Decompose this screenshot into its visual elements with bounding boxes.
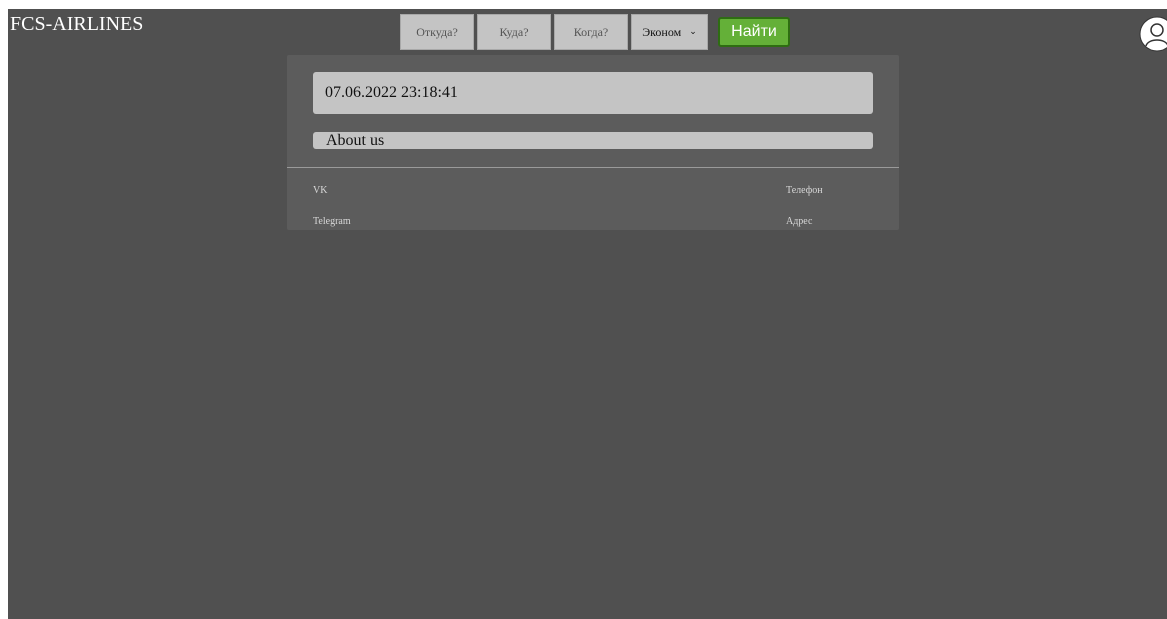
page-background: FCS-AIRLINES Откуда? Куда? Когда? Эконом… bbox=[8, 9, 1167, 619]
class-select-value: Эконом bbox=[642, 24, 682, 39]
address-link[interactable]: Адрес bbox=[786, 216, 812, 227]
user-icon[interactable] bbox=[1139, 16, 1167, 52]
user-icon-graphic bbox=[1139, 16, 1167, 52]
current-datetime: 07.06.2022 23:18:41 bbox=[313, 72, 873, 114]
vk-link[interactable]: VK bbox=[313, 185, 327, 196]
from-field[interactable]: Откуда? bbox=[400, 14, 474, 50]
date-field[interactable]: Когда? bbox=[554, 14, 628, 50]
site-logo[interactable]: FCS-AIRLINES bbox=[10, 13, 143, 35]
chevron-down-icon: ⌄ bbox=[689, 27, 697, 37]
about-us-link[interactable]: About us bbox=[313, 132, 873, 149]
class-select[interactable]: Эконом ⌄ bbox=[631, 14, 708, 50]
footer-divider bbox=[287, 167, 899, 168]
flight-search-bar: Откуда? Куда? Когда? Эконом ⌄ Найти bbox=[400, 14, 790, 50]
to-field[interactable]: Куда? bbox=[477, 14, 551, 50]
telegram-link[interactable]: Telegram bbox=[313, 216, 351, 227]
content-panel: 07.06.2022 23:18:41 About us VK Telegram… bbox=[287, 55, 899, 230]
phone-link[interactable]: Телефон bbox=[786, 185, 823, 196]
find-button[interactable]: Найти bbox=[718, 17, 790, 47]
